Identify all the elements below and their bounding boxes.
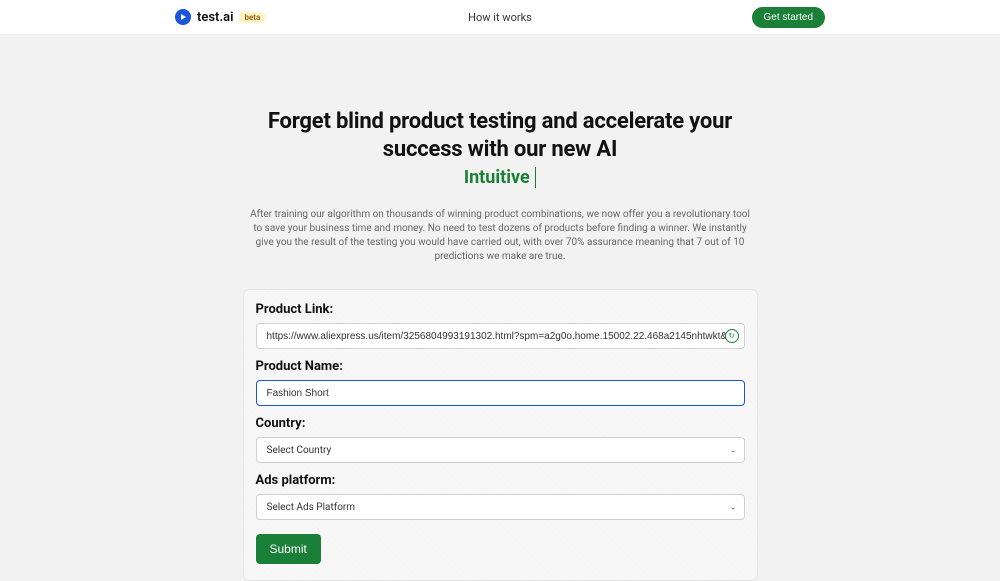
hero-subtitle: Intuitive <box>243 167 758 188</box>
ads-platform-label: Ads platform: <box>256 473 745 488</box>
hero-title: Forget blind product testing and acceler… <box>243 108 758 163</box>
brand-name: test.ai <box>197 10 233 25</box>
country-select[interactable]: Select Country <box>256 437 745 463</box>
arrow-circle-icon[interactable]: ↻ <box>725 329 739 343</box>
country-select-placeholder: Select Country <box>267 445 332 456</box>
header: test.ai beta How it works Get started <box>0 0 1000 35</box>
get-started-button[interactable]: Get started <box>752 7 825 28</box>
product-name-label: Product Name: <box>256 359 745 374</box>
ads-platform-select[interactable]: Select Ads Platform <box>256 494 745 520</box>
nav-how-it-works[interactable]: How it works <box>468 11 532 24</box>
main-content: Forget blind product testing and acceler… <box>243 35 758 581</box>
hero-animated-word: Intuitive <box>464 167 530 188</box>
logo-group[interactable]: test.ai beta <box>175 9 265 25</box>
ads-platform-select-placeholder: Select Ads Platform <box>267 502 356 513</box>
beta-badge: beta <box>239 12 265 23</box>
form-panel: Product Link: ↻ Product Name: Country: S… <box>243 289 758 581</box>
product-link-group: Product Link: ↻ <box>256 302 745 349</box>
ads-platform-group: Ads platform: Select Ads Platform ⌄ <box>256 473 745 520</box>
submit-button[interactable]: Submit <box>256 534 321 564</box>
typing-cursor-icon <box>531 167 536 188</box>
product-name-input[interactable] <box>256 380 745 406</box>
product-name-group: Product Name: <box>256 359 745 406</box>
play-circle-icon <box>175 9 191 25</box>
country-group: Country: Select Country ⌄ <box>256 416 745 463</box>
product-link-label: Product Link: <box>256 302 745 317</box>
country-label: Country: <box>256 416 745 431</box>
product-link-input[interactable] <box>256 323 745 349</box>
hero-description: After training our algorithm on thousand… <box>243 208 758 264</box>
